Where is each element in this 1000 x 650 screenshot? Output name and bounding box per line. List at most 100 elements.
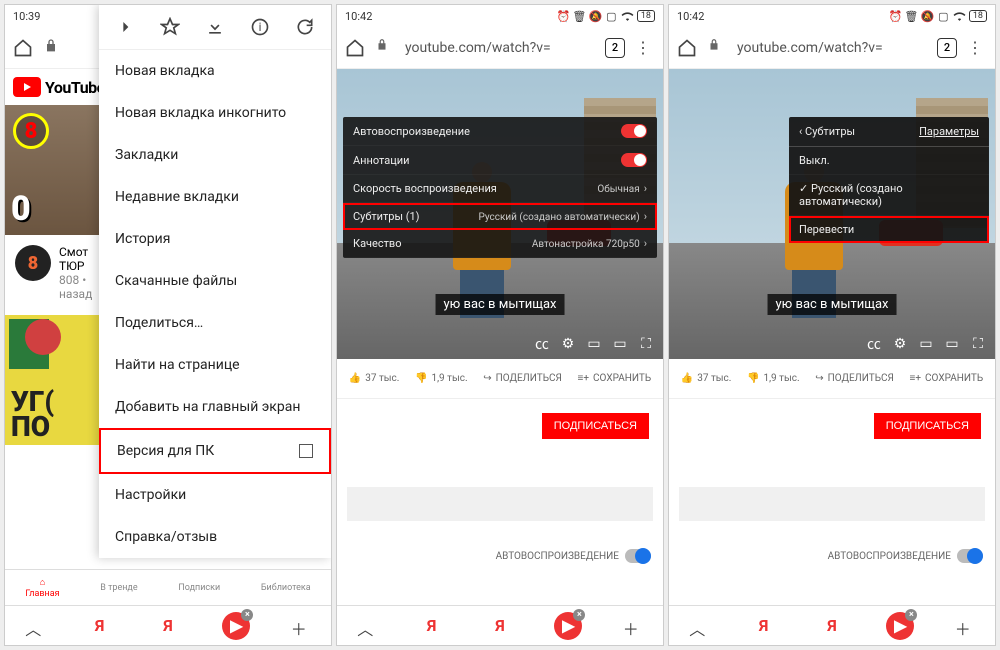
- menu-history[interactable]: История: [99, 218, 331, 260]
- video-player[interactable]: Автовоспроизведение Аннотации Скорость в…: [337, 69, 663, 359]
- tab-count[interactable]: 2: [605, 38, 625, 58]
- gear-icon[interactable]: ⚙: [891, 335, 909, 353]
- browser-tab-youtube[interactable]: ▶×: [222, 612, 250, 640]
- miniplayer-icon[interactable]: ▭: [917, 335, 935, 353]
- autoplay-row[interactable]: АВТОВОСПРОИЗВЕДЕНИЕ: [496, 549, 651, 563]
- menu-desktop-site[interactable]: Версия для ПК: [99, 428, 331, 474]
- download-icon[interactable]: [205, 17, 225, 37]
- close-tab-icon[interactable]: ×: [573, 609, 585, 621]
- setting-annotations[interactable]: Аннотации: [343, 146, 657, 175]
- like-button[interactable]: 👍37 тыс.: [349, 373, 400, 384]
- menu-new-tab[interactable]: Новая вкладка: [99, 50, 331, 92]
- fullscreen-icon[interactable]: ⛶: [637, 335, 655, 353]
- share-button[interactable]: ↪ПОДЕЛИТЬСЯ: [483, 373, 562, 384]
- status-time: 10:42: [345, 10, 372, 23]
- subtitles-params[interactable]: Параметры: [919, 125, 979, 138]
- tab-library[interactable]: Библиотека: [261, 583, 311, 593]
- cc-icon[interactable]: ㏄: [533, 335, 551, 353]
- url-text[interactable]: youtube.com/watch?v=: [405, 40, 595, 56]
- save-icon: ≡+: [578, 373, 590, 384]
- menu-settings[interactable]: Настройки: [99, 474, 331, 516]
- menu-incognito[interactable]: Новая вкладка инкогнито: [99, 92, 331, 134]
- reload-icon[interactable]: [295, 17, 315, 37]
- browser-tab-yandex-2[interactable]: Я: [818, 612, 846, 640]
- theater-icon[interactable]: ▭: [943, 335, 961, 353]
- subtitles-off[interactable]: Выкл.: [789, 147, 989, 175]
- tab-trending[interactable]: В тренде: [100, 583, 137, 593]
- browser-tab-youtube[interactable]: ▶×: [554, 612, 582, 640]
- video-actions: 👍37 тыс. 👎1,9 тыс. ↪ПОДЕЛИТЬСЯ ≡+СОХРАНИ…: [337, 359, 663, 399]
- menu-find[interactable]: Найти на странице: [99, 344, 331, 386]
- autoplay-switch[interactable]: [625, 549, 651, 563]
- setting-autoplay[interactable]: Автовоспроизведение: [343, 117, 657, 146]
- tab-subs[interactable]: Подписки: [178, 583, 220, 593]
- menu-add-home[interactable]: Добавить на главный экран: [99, 386, 331, 428]
- menu-help[interactable]: Справка/отзыв: [99, 516, 331, 558]
- overflow-menu-icon[interactable]: ⋮: [635, 38, 655, 58]
- cc-icon[interactable]: ㏄: [865, 335, 883, 353]
- tab-count[interactable]: 2: [937, 38, 957, 58]
- browser-tab-yandex[interactable]: Я: [86, 612, 114, 640]
- home-icon[interactable]: [13, 38, 33, 58]
- tabstrip-up-icon[interactable]: ︿: [357, 616, 377, 636]
- desktop-checkbox[interactable]: [299, 444, 313, 458]
- overflow-menu-icon[interactable]: ⋮: [967, 38, 987, 58]
- menu-share[interactable]: Поделиться…: [99, 302, 331, 344]
- save-button[interactable]: ≡+СОХРАНИТЬ: [578, 373, 652, 384]
- share-button[interactable]: ↪ПОДЕЛИТЬСЯ: [815, 373, 894, 384]
- autoplay-toggle[interactable]: [621, 124, 647, 138]
- browser-tab-yandex[interactable]: Я: [418, 612, 446, 640]
- signal-icon: ▢: [937, 10, 950, 23]
- subscribe-button[interactable]: ПОДПИСАТЬСЯ: [874, 413, 981, 439]
- subtitles-translate[interactable]: Перевести: [789, 216, 989, 243]
- new-tab-icon[interactable]: ＋: [623, 616, 643, 636]
- fullscreen-icon[interactable]: ⛶: [969, 335, 987, 353]
- gear-icon[interactable]: ⚙: [559, 335, 577, 353]
- new-tab-icon[interactable]: ＋: [955, 616, 975, 636]
- browser-tab-yandex-2[interactable]: Я: [154, 612, 182, 640]
- menu-recent[interactable]: Недавние вкладки: [99, 176, 331, 218]
- miniplayer-icon[interactable]: ▭: [585, 335, 603, 353]
- tab-home[interactable]: ⌂Главная: [25, 577, 59, 599]
- url-text[interactable]: youtube.com/watch?v=: [737, 40, 927, 56]
- close-tab-icon[interactable]: ×: [905, 609, 917, 621]
- autoplay-row[interactable]: АВТОВОСПРОИЗВЕДЕНИЕ: [828, 549, 983, 563]
- forward-icon[interactable]: [115, 17, 135, 37]
- subtitles-russian[interactable]: Русский (создано автоматически): [789, 175, 989, 216]
- setting-speed[interactable]: Скорость воспроизведенияОбычная›: [343, 175, 657, 203]
- like-button[interactable]: 👍37 тыс.: [681, 373, 732, 384]
- home-icon[interactable]: [677, 38, 697, 58]
- dislike-button[interactable]: 👎1,9 тыс.: [415, 373, 468, 384]
- subtitles-back[interactable]: ‹ Субтитры: [799, 125, 855, 138]
- phone-2: 10:42 ⏰ 🗑 🔕 ▢ 18 youtube.com/watch?v= 2 …: [336, 4, 664, 646]
- browser-tab-youtube[interactable]: ▶×: [886, 612, 914, 640]
- home-icon[interactable]: [345, 38, 365, 58]
- dislike-button[interactable]: 👎1,9 тыс.: [747, 373, 800, 384]
- thumb-up-icon: 👍: [349, 373, 361, 384]
- home-nav-icon: ⌂: [40, 577, 45, 588]
- close-tab-icon[interactable]: ×: [241, 609, 253, 621]
- url-bar[interactable]: youtube.com/watch?v= 2 ⋮: [669, 27, 995, 69]
- browser-tab-yandex-2[interactable]: Я: [486, 612, 514, 640]
- subscribe-button[interactable]: ПОДПИСАТЬСЯ: [542, 413, 649, 439]
- setting-subtitles[interactable]: Субтитры (1)Русский (создано автоматичес…: [343, 203, 657, 230]
- menu-downloads[interactable]: Скачанные файлы: [99, 260, 331, 302]
- tabstrip-up-icon[interactable]: ︿: [689, 616, 709, 636]
- autoplay-switch[interactable]: [957, 549, 983, 563]
- url-bar[interactable]: youtube.com/watch?v= 2 ⋮: [337, 27, 663, 69]
- lock-icon: [707, 38, 727, 58]
- channel-avatar[interactable]: 8: [15, 245, 51, 281]
- star-icon[interactable]: [160, 17, 180, 37]
- tabstrip-up-icon[interactable]: ︿: [25, 616, 45, 636]
- menu-bookmarks[interactable]: Закладки: [99, 134, 331, 176]
- svg-text:i: i: [258, 20, 261, 34]
- info-icon[interactable]: i: [250, 17, 270, 37]
- theater-icon[interactable]: ▭: [611, 335, 629, 353]
- setting-quality[interactable]: КачествоАвтонастройка 720p50›: [343, 230, 657, 258]
- annotations-toggle[interactable]: [621, 153, 647, 167]
- share-icon: ↪: [815, 373, 823, 384]
- new-tab-icon[interactable]: ＋: [291, 616, 311, 636]
- save-button[interactable]: ≡+СОХРАНИТЬ: [910, 373, 984, 384]
- video-player[interactable]: ‹ Субтитры Параметры Выкл. Русский (созд…: [669, 69, 995, 359]
- browser-tab-yandex[interactable]: Я: [750, 612, 778, 640]
